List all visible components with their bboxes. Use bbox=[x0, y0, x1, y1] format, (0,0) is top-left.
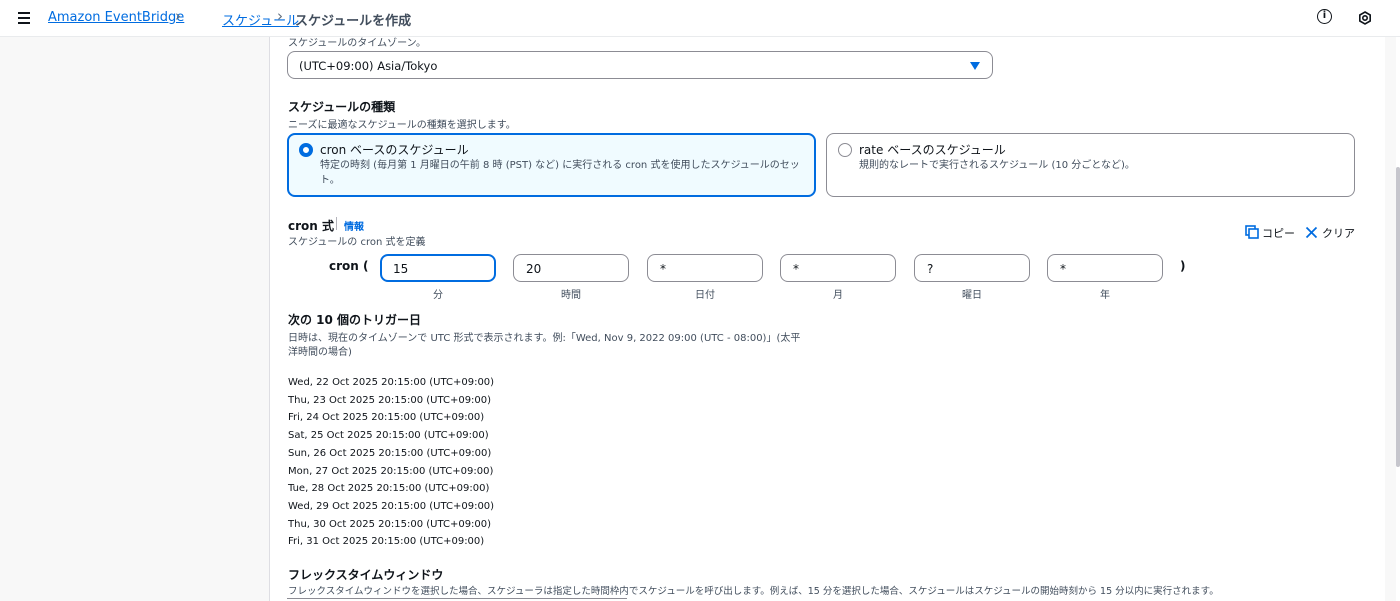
breadcrumb-schedules[interactable]: スケジュール bbox=[222, 10, 299, 29]
copy-label: コピー bbox=[1262, 227, 1295, 240]
chevron-right-icon: › bbox=[175, 7, 181, 25]
cron-day-of-month-input[interactable]: * bbox=[647, 254, 763, 282]
cron-suffix: ) bbox=[1180, 259, 1186, 273]
trigger-date: Sat, 25 Oct 2025 20:15:00 (UTC+09:00) bbox=[288, 430, 489, 442]
settings-icon[interactable] bbox=[1358, 11, 1372, 25]
trigger-date: Sun, 26 Oct 2025 20:15:00 (UTC+09:00) bbox=[288, 447, 492, 459]
cron-minutes-label: 分 bbox=[433, 290, 443, 301]
cron-prefix: cron ( bbox=[329, 259, 369, 273]
cron-day-of-month-value: * bbox=[660, 262, 666, 276]
triggers-heading: 次の 10 個のトリガー日 bbox=[288, 313, 422, 327]
cron-description: スケジュールの cron 式を定義 bbox=[288, 237, 426, 248]
trigger-date: Thu, 23 Oct 2025 20:15:00 (UTC+09:00) bbox=[288, 394, 492, 406]
cron-info-link[interactable]: 情報 bbox=[344, 218, 364, 233]
chevron-right-icon: › bbox=[277, 7, 283, 25]
cron-month-input[interactable]: * bbox=[780, 254, 896, 282]
cron-year-value: * bbox=[1060, 262, 1066, 276]
cron-hours-input[interactable]: 20 bbox=[513, 254, 629, 282]
cron-hours-value: 20 bbox=[526, 262, 542, 276]
cron-day-of-week-input[interactable]: ? bbox=[914, 254, 1030, 282]
trigger-date: Thu, 30 Oct 2025 20:15:00 (UTC+09:00) bbox=[288, 518, 492, 530]
schedule-type-cron-tile[interactable]: cron ベースのスケジュール 特定の時刻 (毎月第 1 月曜日の午前 8 時 … bbox=[287, 133, 816, 197]
breadcrumb-current: スケジュールを作成 bbox=[295, 14, 412, 29]
triggers-description-line1: 日時は、現在のタイムゾーンで UTC 形式で表示されます。例:「Wed, Nov… bbox=[288, 333, 801, 344]
tile-rate-description: 規則的なレートで実行されるスケジュール (10 分ごとなど)。 bbox=[859, 160, 1135, 171]
info-icon[interactable]: i bbox=[1317, 9, 1332, 24]
cron-month-value: * bbox=[793, 262, 799, 276]
tile-cron-title: cron ベースのスケジュール bbox=[320, 143, 469, 157]
cron-day-of-month-label: 日付 bbox=[695, 290, 715, 301]
close-icon bbox=[1305, 226, 1318, 239]
copy-button[interactable]: コピー bbox=[1245, 225, 1295, 241]
cron-year-label: 年 bbox=[1100, 290, 1110, 301]
flex-window-description: フレックスタイムウィンドウを選択した場合、スケジューラは指定した時間枠内でスケジ… bbox=[288, 586, 1219, 597]
cron-day-of-week-value: ? bbox=[927, 262, 934, 276]
triggers-description-line2: 洋時間の場合) bbox=[288, 347, 352, 358]
schedule-type-rate-tile[interactable]: rate ベースのスケジュール 規則的なレートで実行されるスケジュール (10 … bbox=[826, 133, 1355, 197]
radio-cron-selected[interactable] bbox=[299, 143, 313, 157]
cron-year-input[interactable]: * bbox=[1047, 254, 1163, 282]
cron-heading: cron 式 bbox=[288, 219, 334, 233]
trigger-date: Tue, 28 Oct 2025 20:15:00 (UTC+09:00) bbox=[288, 483, 490, 495]
tile-rate-title: rate ベースのスケジュール bbox=[859, 143, 1006, 157]
clear-button[interactable]: クリア bbox=[1305, 225, 1355, 241]
cron-minutes-input[interactable]: 15 bbox=[380, 254, 496, 282]
trigger-date: Wed, 29 Oct 2025 20:15:00 (UTC+09:00) bbox=[288, 500, 495, 512]
schedule-type-description: ニーズに最適なスケジュールの種類を選択します。 bbox=[288, 120, 516, 131]
trigger-date: Wed, 22 Oct 2025 20:15:00 (UTC+09:00) bbox=[288, 377, 495, 388]
trigger-dates-list: Wed, 22 Oct 2025 20:15:00 (UTC+09:00) Th… bbox=[288, 374, 494, 551]
radio-rate[interactable] bbox=[838, 143, 852, 157]
cron-hours-label: 時間 bbox=[561, 290, 581, 301]
scrollbar-thumb[interactable] bbox=[1396, 167, 1400, 467]
breadcrumb-eventbridge[interactable]: Amazon EventBridge bbox=[48, 10, 184, 25]
timezone-value: (UTC+09:00) Asia/Tokyo bbox=[299, 59, 438, 73]
menu-icon[interactable] bbox=[14, 8, 36, 28]
timezone-label: スケジュールのタイムゾーン。 bbox=[288, 38, 426, 49]
divider bbox=[336, 217, 337, 230]
caret-down-icon bbox=[970, 62, 980, 70]
top-navigation-bar: Amazon EventBridge › スケジュール › スケジュールを作成 … bbox=[0, 0, 1400, 37]
copy-icon bbox=[1245, 225, 1259, 239]
cron-minutes-value: 15 bbox=[393, 262, 409, 276]
clear-label: クリア bbox=[1322, 227, 1355, 240]
schedule-type-heading: スケジュールの種類 bbox=[288, 100, 396, 114]
cron-day-of-week-label: 曜日 bbox=[962, 290, 982, 301]
trigger-date: Fri, 24 Oct 2025 20:15:00 (UTC+09:00) bbox=[288, 412, 485, 424]
trigger-date: Fri, 31 Oct 2025 20:15:00 (UTC+09:00) bbox=[288, 536, 485, 548]
cron-month-label: 月 bbox=[833, 290, 843, 301]
flex-window-heading: フレックスタイムウィンドウ bbox=[288, 568, 444, 582]
timezone-select[interactable]: (UTC+09:00) Asia/Tokyo bbox=[287, 51, 993, 79]
tile-cron-description: 特定の時刻 (毎月第 1 月曜日の午前 8 時 (PST) など) に実行される… bbox=[320, 160, 800, 186]
trigger-date: Mon, 27 Oct 2025 20:15:00 (UTC+09:00) bbox=[288, 465, 494, 477]
